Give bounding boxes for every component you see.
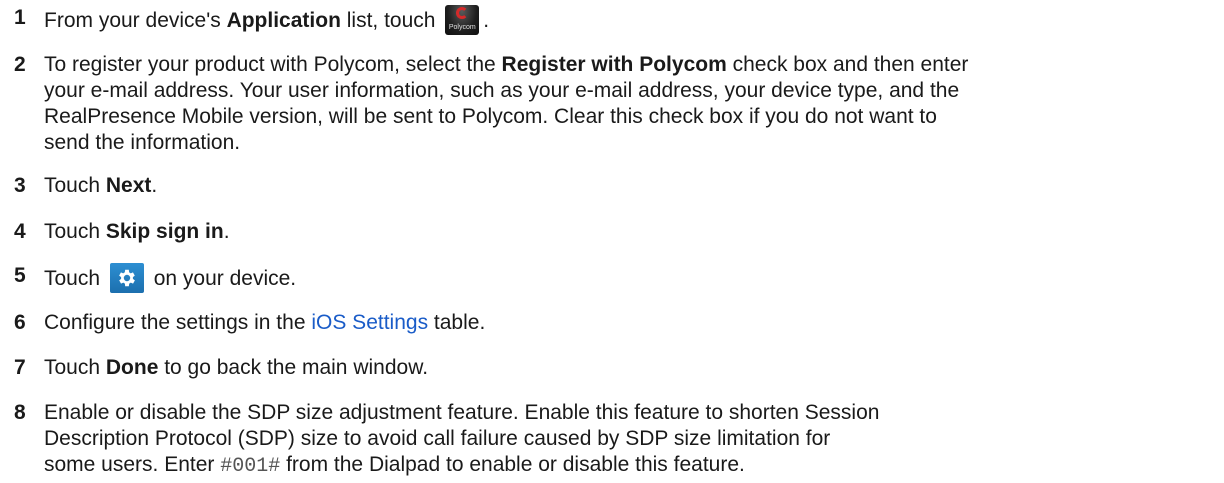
step-number: 1 bbox=[14, 6, 26, 29]
step-text: Enable or disable the SDP size adjustmen… bbox=[44, 401, 880, 478]
skip-sign-in-term: Skip sign in bbox=[105, 220, 224, 243]
next-term: Next bbox=[105, 174, 152, 197]
step-text: From your device's Application list, tou… bbox=[44, 5, 1184, 35]
step-number: 3 bbox=[14, 174, 26, 197]
settings-gear-icon[interactable] bbox=[109, 263, 144, 293]
step-number: 4 bbox=[14, 220, 26, 243]
step-text: Configure the settings in the iOS Settin… bbox=[44, 311, 486, 334]
done-term: Done bbox=[105, 356, 159, 379]
ios-settings-link[interactable]: iOS Settings bbox=[311, 311, 428, 334]
step-number: 5 bbox=[14, 264, 26, 287]
step-number: 2 bbox=[14, 53, 26, 76]
step-text: Touch on your device. bbox=[44, 263, 1184, 293]
step-number: 7 bbox=[14, 356, 26, 379]
step-text: Touch Done to go back the main window. bbox=[44, 356, 429, 379]
step-text: Touch Next. bbox=[44, 174, 158, 197]
step-text: Touch Skip sign in. bbox=[44, 220, 230, 243]
register-checkbox-term: Register with Polycom bbox=[501, 53, 727, 76]
polycom-app-icon[interactable]: Polycom bbox=[445, 5, 480, 35]
step-text: To register your product with Polycom, s… bbox=[44, 53, 969, 154]
polycom-logo-icon bbox=[456, 7, 469, 19]
step-number: 8 bbox=[14, 401, 26, 424]
dialpad-code: #001# bbox=[220, 455, 281, 478]
step-number: 6 bbox=[14, 311, 26, 334]
application-term: Application bbox=[226, 9, 341, 32]
